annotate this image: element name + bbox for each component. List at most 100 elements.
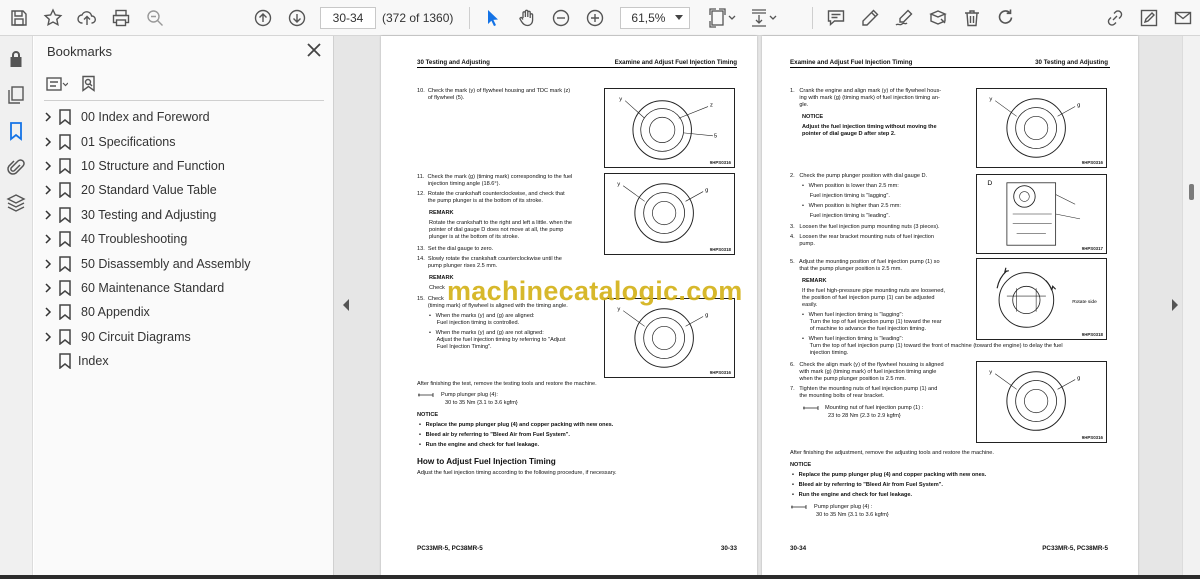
scrollbar-thumb[interactable] [1189, 184, 1194, 200]
torque-value: 30 to 35 Nm {3.1 to 3.6 kgfm} [445, 400, 518, 406]
page-footer-left: 30-34 [790, 545, 807, 552]
draw-freeform-icon[interactable] [887, 1, 921, 35]
link-tool-icon[interactable] [1098, 1, 1132, 35]
page-fit-icon[interactable] [702, 1, 744, 35]
bookmark-item-structure-function[interactable]: 10 Structure and Function [34, 154, 334, 178]
bullet-text: Fuel Injection Timing". [429, 344, 492, 350]
remark-text: Check [429, 285, 445, 291]
bullet-text: Fuel injection timing is "lagging". [802, 193, 890, 199]
bookmark-item-index-foreword[interactable]: 00 Index and Foreword [34, 105, 334, 129]
chevron-right-icon[interactable] [43, 185, 53, 195]
bullet-text: Fuel injection timing is "leading". [802, 213, 890, 219]
chevron-right-icon[interactable] [43, 307, 53, 317]
redo-icon[interactable] [989, 1, 1023, 35]
bookmark-label: 30 Testing and Adjusting [81, 207, 217, 222]
pdf-page-right: Examine and Adjust Fuel Injection Timing… [762, 36, 1138, 576]
previous-page-icon[interactable] [246, 1, 280, 35]
bookmark-icon [59, 304, 71, 321]
bookmark-icon [59, 255, 71, 272]
watermark-text: machinecatalogic.com [447, 276, 743, 306]
zoom-out-icon[interactable] [544, 1, 578, 35]
bookmark-item-appendix[interactable]: 80 Appendix [34, 300, 334, 324]
comment-icon[interactable] [819, 1, 853, 35]
notice-text: • Run the engine and check for fuel leak… [792, 492, 913, 498]
chevron-right-icon[interactable] [43, 332, 53, 342]
remark-text: plunger is at the bottom of its stroke. [429, 234, 520, 240]
step-text: 2. Check the pump plunger position with … [790, 173, 928, 179]
email-share-icon[interactable] [1166, 1, 1200, 35]
figure-code: 9HPS0318 [1081, 332, 1103, 337]
figure-label: Rotate side [1072, 299, 1097, 305]
bookmark-icon [59, 109, 71, 126]
chevron-right-icon[interactable] [43, 210, 53, 220]
zoom-in-icon[interactable] [578, 1, 612, 35]
next-page-arrow-icon[interactable] [1170, 298, 1180, 312]
attachments-paperclip-icon[interactable] [5, 156, 27, 178]
stamp-icon[interactable] [921, 1, 955, 35]
bookmark-icon [59, 158, 71, 174]
edit-text-icon[interactable] [1132, 1, 1166, 35]
remark-heading: REMARK [429, 210, 454, 216]
upload-cloud-icon[interactable] [70, 1, 104, 35]
previous-page-arrow-icon[interactable] [341, 298, 351, 312]
scroll-mode-icon[interactable] [744, 1, 784, 35]
bookmark-label: 60 Maintenance Standard [81, 280, 225, 295]
print-icon[interactable] [104, 1, 138, 35]
svg-text:5: 5 [714, 134, 717, 140]
bookmark-item-standard-value-table[interactable]: 20 Standard Value Table [34, 178, 334, 202]
svg-text:g: g [1077, 103, 1080, 109]
chevron-right-icon[interactable] [43, 259, 53, 269]
chevron-right-icon[interactable] [43, 112, 53, 122]
bookmark-item-circuit-diagrams[interactable]: 90 Circuit Diagrams [34, 325, 334, 349]
bookmarks-panel-icon[interactable] [5, 120, 27, 142]
svg-text:y: y [619, 97, 622, 103]
chevron-right-icon[interactable] [43, 137, 53, 147]
bookmark-search-icon [82, 75, 95, 92]
bookmark-star-icon[interactable] [36, 1, 70, 35]
bookmark-item-index[interactable]: Index [34, 349, 334, 373]
body-text: Adjust the fuel injection timing accordi… [417, 470, 617, 476]
bookmark-item-troubleshooting[interactable]: 40 Troubleshooting [34, 227, 334, 251]
step-text: of flywheel (5). [417, 95, 465, 101]
bookmark-item-disassembly-assembly[interactable]: 50 Disassembly and Assembly [34, 251, 334, 275]
toolbar-divider [812, 6, 814, 29]
lock-icon[interactable] [5, 48, 27, 70]
bookmark-item-maintenance-standard[interactable]: 60 Maintenance Standard [34, 276, 334, 300]
close-panel-icon[interactable] [305, 41, 323, 59]
page-header-right: Examine and Adjust Fuel Injection Timing [614, 59, 737, 66]
torque-value: 30 to 35 Nm {3.1 to 3.6 kgfm} [816, 512, 889, 518]
find-bookmark-button[interactable] [80, 74, 98, 94]
bookmarks-panel: Bookmarks 00 Index and Foreword 01 Speci… [34, 36, 334, 579]
flywheel-alignment-figure: y g 9HPS0316 [976, 88, 1107, 168]
notice-text: • Run the engine and check for fuel leak… [419, 442, 540, 448]
zoom-level-dropdown[interactable]: 61,5% [620, 6, 691, 29]
svg-text:z: z [710, 103, 713, 109]
document-view[interactable]: 30 Testing and Adjusting Examine and Adj… [334, 36, 1182, 579]
chevron-right-icon[interactable] [43, 283, 53, 293]
chevron-right-icon[interactable] [43, 234, 53, 244]
bookmark-options-menu[interactable] [46, 74, 68, 94]
layers-icon[interactable] [5, 192, 27, 214]
page-number-input[interactable]: 30-34 [320, 6, 376, 29]
save-icon[interactable] [2, 1, 36, 35]
step-text: the mounting bolts of rear bracket. [790, 393, 885, 399]
zoom-search-icon[interactable] [138, 1, 172, 35]
bookmark-label: 90 Circuit Diagrams [81, 329, 191, 344]
vertical-scrollbar[interactable] [1182, 36, 1200, 579]
figure-code: 9HPS0317 [1081, 246, 1103, 251]
dial-gauge-figure: D 9HPS0317 [976, 174, 1107, 254]
delete-trash-icon[interactable] [955, 1, 989, 35]
svg-text:y: y [989, 370, 992, 376]
page-header-left: 30 Testing and Adjusting [417, 59, 490, 66]
page-thumbnails-icon[interactable] [5, 84, 27, 106]
bookmark-item-testing-adjusting[interactable]: 30 Testing and Adjusting [34, 203, 334, 227]
hand-tool-icon[interactable] [510, 1, 544, 35]
zoom-level-value: 61,5% [631, 10, 666, 25]
bookmark-icon [59, 353, 71, 370]
select-cursor-icon[interactable] [476, 1, 510, 35]
highlight-pen-icon[interactable] [853, 1, 887, 35]
page-count-label: (372 of 1360) [382, 10, 454, 25]
next-page-icon[interactable] [280, 1, 314, 35]
bookmark-item-specifications[interactable]: 01 Specifications [34, 129, 334, 153]
chevron-right-icon[interactable] [43, 161, 53, 171]
